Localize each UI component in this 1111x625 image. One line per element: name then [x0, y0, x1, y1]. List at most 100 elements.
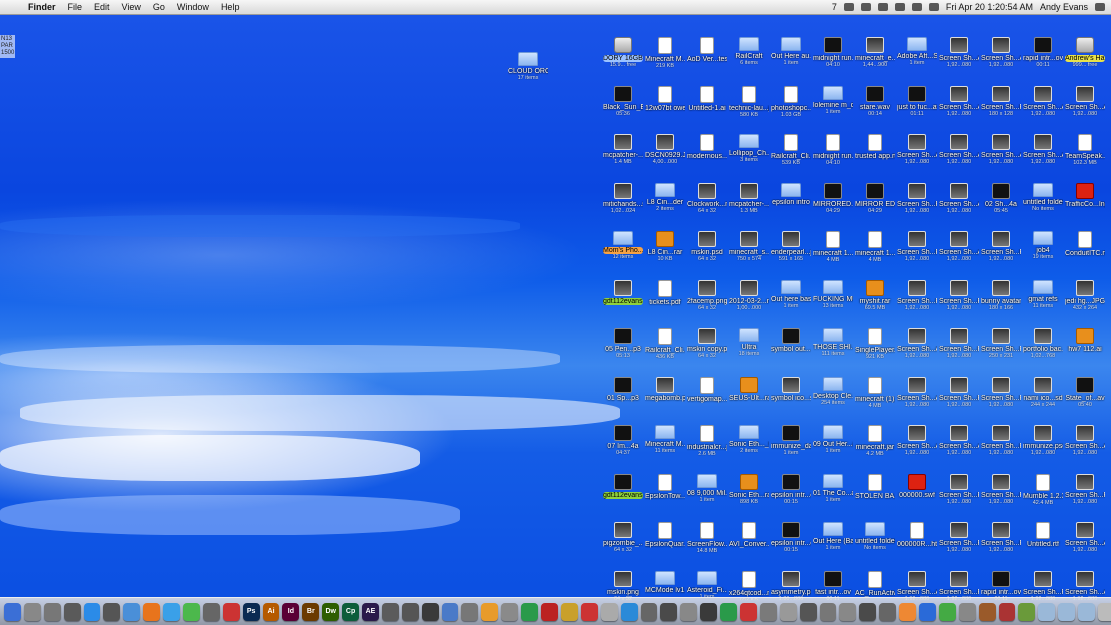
desktop-file-icon[interactable]: Screen Sh...AM1,92...080	[897, 376, 937, 408]
desktop-file-icon[interactable]: Railcraft_Cli..._zip436 KB	[645, 328, 685, 360]
desktop-file-icon[interactable]: MCMode lv1.1	[645, 570, 685, 594]
dock-app-icon[interactable]	[839, 602, 857, 621]
desktop-file-icon[interactable]: portfolio bac...sd1,02...768	[1023, 328, 1063, 359]
desktop-file-icon[interactable]: x264qtcod...mg652 KB	[729, 570, 769, 600]
dock-app-icon[interactable]: Br	[302, 602, 320, 621]
menu-file[interactable]: File	[62, 2, 89, 12]
desktop-file-icon[interactable]: untitled folder No items	[855, 522, 895, 551]
dock-app-icon[interactable]	[1058, 602, 1076, 621]
dock-app-icon[interactable]	[1078, 602, 1095, 621]
desktop-file-icon[interactable]: EpsilonTow...atic	[645, 473, 685, 500]
dock-app-icon[interactable]: Ps	[242, 602, 260, 621]
desktop-file-icon[interactable]: enderpearl...jpg591 x 165	[771, 231, 811, 262]
desktop-file-icon[interactable]: Screen Sh...PM1,92...080	[981, 522, 1021, 553]
desktop-file-icon[interactable]: symbol out....804	[771, 328, 811, 353]
desktop-file-icon[interactable]: photoshopc...mg1.03 GB	[771, 85, 811, 118]
desktop-file-icon[interactable]: jedi hg...JPG 432 x 264	[1065, 279, 1105, 311]
desktop-file-icon[interactable]: mskin.psd 64 x 32	[687, 231, 727, 262]
desktop-file-icon[interactable]: Screen Sh...PM250 x 231	[981, 328, 1021, 359]
desktop-file-icon[interactable]: minecraft_e...jpg1,44...900	[855, 37, 895, 68]
desktop-file-icon[interactable]: pigzombie_...ng64 x 32	[603, 522, 643, 553]
desktop-file-icon[interactable]: Mumble 1.2.3.dmg42.4 MB	[1023, 473, 1063, 506]
desktop-file-icon[interactable]: minecraft_s...jpg750 x 574	[729, 231, 769, 262]
dock-app-icon[interactable]	[481, 602, 499, 621]
desktop-file-icon[interactable]: 000000.swf	[897, 473, 937, 499]
desktop-file-icon[interactable]: vertigomap...atic	[687, 376, 727, 403]
desktop-file-icon[interactable]: Screen Sh...AM1,92...080	[939, 182, 979, 214]
desktop-file-icon[interactable]: 01 Sp...p3	[603, 376, 643, 402]
desktop-file-icon[interactable]: SinglePlayer...jar921 KB	[855, 328, 895, 360]
desktop-file-icon[interactable]: Screen Sh...PM1,92...080	[939, 376, 979, 408]
desktop-file-icon[interactable]: Screen Sh...AM1,92...080	[981, 134, 1021, 165]
dock-app-icon[interactable]	[620, 602, 638, 621]
desktop-file-icon[interactable]: gdt112evans_p1.ai	[603, 279, 643, 305]
desktop-file-icon[interactable]: Screen Sh...PM1,92...080	[981, 425, 1021, 456]
dock-app-icon[interactable]	[600, 602, 618, 621]
desktop-file-icon[interactable]: immunize.psd 1,92...080	[1023, 425, 1063, 456]
desktop-file-icon[interactable]: L8 Cin...rar 10 KB	[645, 231, 685, 262]
desktop-file-icon[interactable]: Untitled-1.ai	[687, 85, 727, 112]
desktop-file-icon[interactable]: gdt112evans_1.ai	[603, 473, 643, 499]
desktop-file-icon[interactable]: 01 The Co...ata1 item	[813, 473, 853, 503]
desktop-file-icon[interactable]: 09 Out Her...ata1 item	[813, 425, 853, 454]
dock-app-icon[interactable]	[720, 602, 737, 621]
dock-app-icon[interactable]	[123, 602, 141, 621]
desktop-file-icon[interactable]: immunize_data1 item	[771, 425, 811, 456]
dock-app-icon[interactable]	[1097, 602, 1111, 621]
desktop-file-icon[interactable]: Screen Sh...PM1,92...080	[897, 182, 937, 214]
desktop-file-icon[interactable]: mskin.png64 x 32	[603, 570, 643, 600]
desktop-file-icon[interactable]: Screen Sh...PM1,92...080	[939, 522, 979, 553]
dock-app-icon[interactable]: Dw	[322, 602, 340, 621]
desktop-file-icon[interactable]: hw7 112.ai	[1065, 328, 1105, 353]
desktop-file-icon[interactable]: midnight run...ov04:10	[813, 37, 853, 68]
desktop-file-icon[interactable]: Screen Sh...PM1,92...080	[1065, 473, 1105, 505]
desktop-file-icon[interactable]: STOLEN BA....rtf	[855, 473, 895, 500]
desktop-file-icon[interactable]: modernous...atic	[687, 134, 727, 160]
desktop-file-icon[interactable]: just to fuc...av 01:11	[897, 85, 937, 117]
desktop-file-icon[interactable]: minecraft 1....jar4 MB	[855, 231, 895, 263]
desktop-file-icon[interactable]: Screen Sh...AM1,92...080	[897, 570, 937, 600]
desktop-file-icon[interactable]: Out Here au...ata1 item	[771, 37, 811, 66]
desktop-file-icon[interactable]: Screen Sh...AM1,92...080	[1065, 570, 1105, 600]
desktop-file-icon[interactable]: minecraft 1....jar4 MB	[813, 231, 853, 263]
desktop-file-icon[interactable]: tickets.pdf	[645, 279, 685, 306]
desktop-file-icon[interactable]: Screen Sh...PM1,92...080	[897, 231, 937, 262]
wifi-icon[interactable]	[877, 3, 888, 11]
desktop-file-icon[interactable]: 07 Im...4a 04:37	[603, 425, 643, 456]
menu-app-finder[interactable]: Finder	[22, 2, 62, 12]
dock-app-icon[interactable]	[779, 602, 797, 621]
desktop-file-icon[interactable]: job4 19 items	[1023, 231, 1063, 260]
desktop-file-icon[interactable]: mskin copy.png64 x 32	[687, 328, 727, 359]
desktop-file-icon[interactable]: stare.wav 00:14	[855, 85, 895, 117]
desktop-file-icon[interactable]: epsilon intr...ov00:15	[771, 473, 811, 505]
spotlight-icon[interactable]	[1095, 3, 1105, 11]
volume-icon[interactable]	[894, 3, 905, 11]
desktop-file-icon[interactable]: minecraft.jar 4.2 MB	[855, 425, 895, 457]
desktop-file-icon[interactable]: Screen Sh...PM1,92...080	[939, 570, 979, 600]
desktop-file-icon[interactable]: Screen Sh...AM1,92...080	[981, 37, 1021, 68]
desktop-file-icon[interactable]: mcpatcher-...jar1.4 MB	[603, 134, 643, 165]
desktop-file-icon[interactable]: 000000R...htm	[897, 522, 937, 548]
desktop-file-icon[interactable]: EpsilonQuar...atic	[645, 522, 685, 548]
desktop-file-icon[interactable]: 2012-03-2...ng1,00...000	[729, 279, 769, 311]
dock-app-icon[interactable]	[640, 602, 658, 621]
dock-app-icon[interactable]	[222, 602, 240, 621]
dock-app-icon[interactable]	[521, 602, 539, 621]
desktop-file-icon[interactable]: DORY 16GB 215.9... free	[603, 37, 643, 68]
desktop-file-icon[interactable]: Screen Sh...PM1,92...080	[897, 279, 937, 311]
dock-app-icon[interactable]	[938, 602, 956, 621]
desktop-file-icon[interactable]: AC_RunActiv...t.js	[855, 570, 895, 597]
desktop-file-icon[interactable]: CLOUD ORGY17 items	[508, 52, 548, 81]
dock-app-icon[interactable]	[4, 602, 21, 621]
desktop-file-icon[interactable]: RailCraft 6 items	[729, 37, 769, 66]
dock-app-icon[interactable]	[580, 602, 598, 621]
desktop-file-icon[interactable]: ScreenFlow...mg14.8 MB	[687, 522, 727, 554]
desktop-file-icon[interactable]: ConduitITC.rtf	[1065, 231, 1105, 257]
desktop-file-icon[interactable]: L8 Cin...der 2 items	[645, 182, 685, 212]
clock[interactable]: Fri Apr 20 1:20:54 AM	[946, 2, 1033, 12]
desktop-file-icon[interactable]: Andrew's Har...rive999... free	[1065, 37, 1105, 68]
desktop-file-icon[interactable]: 12w07bt ower	[645, 85, 685, 112]
dock-app-icon[interactable]	[958, 602, 976, 621]
user-name[interactable]: Andy Evans	[1040, 2, 1088, 12]
desktop-file-icon[interactable]: Screen Sh...AM1,92...080	[1023, 134, 1063, 165]
